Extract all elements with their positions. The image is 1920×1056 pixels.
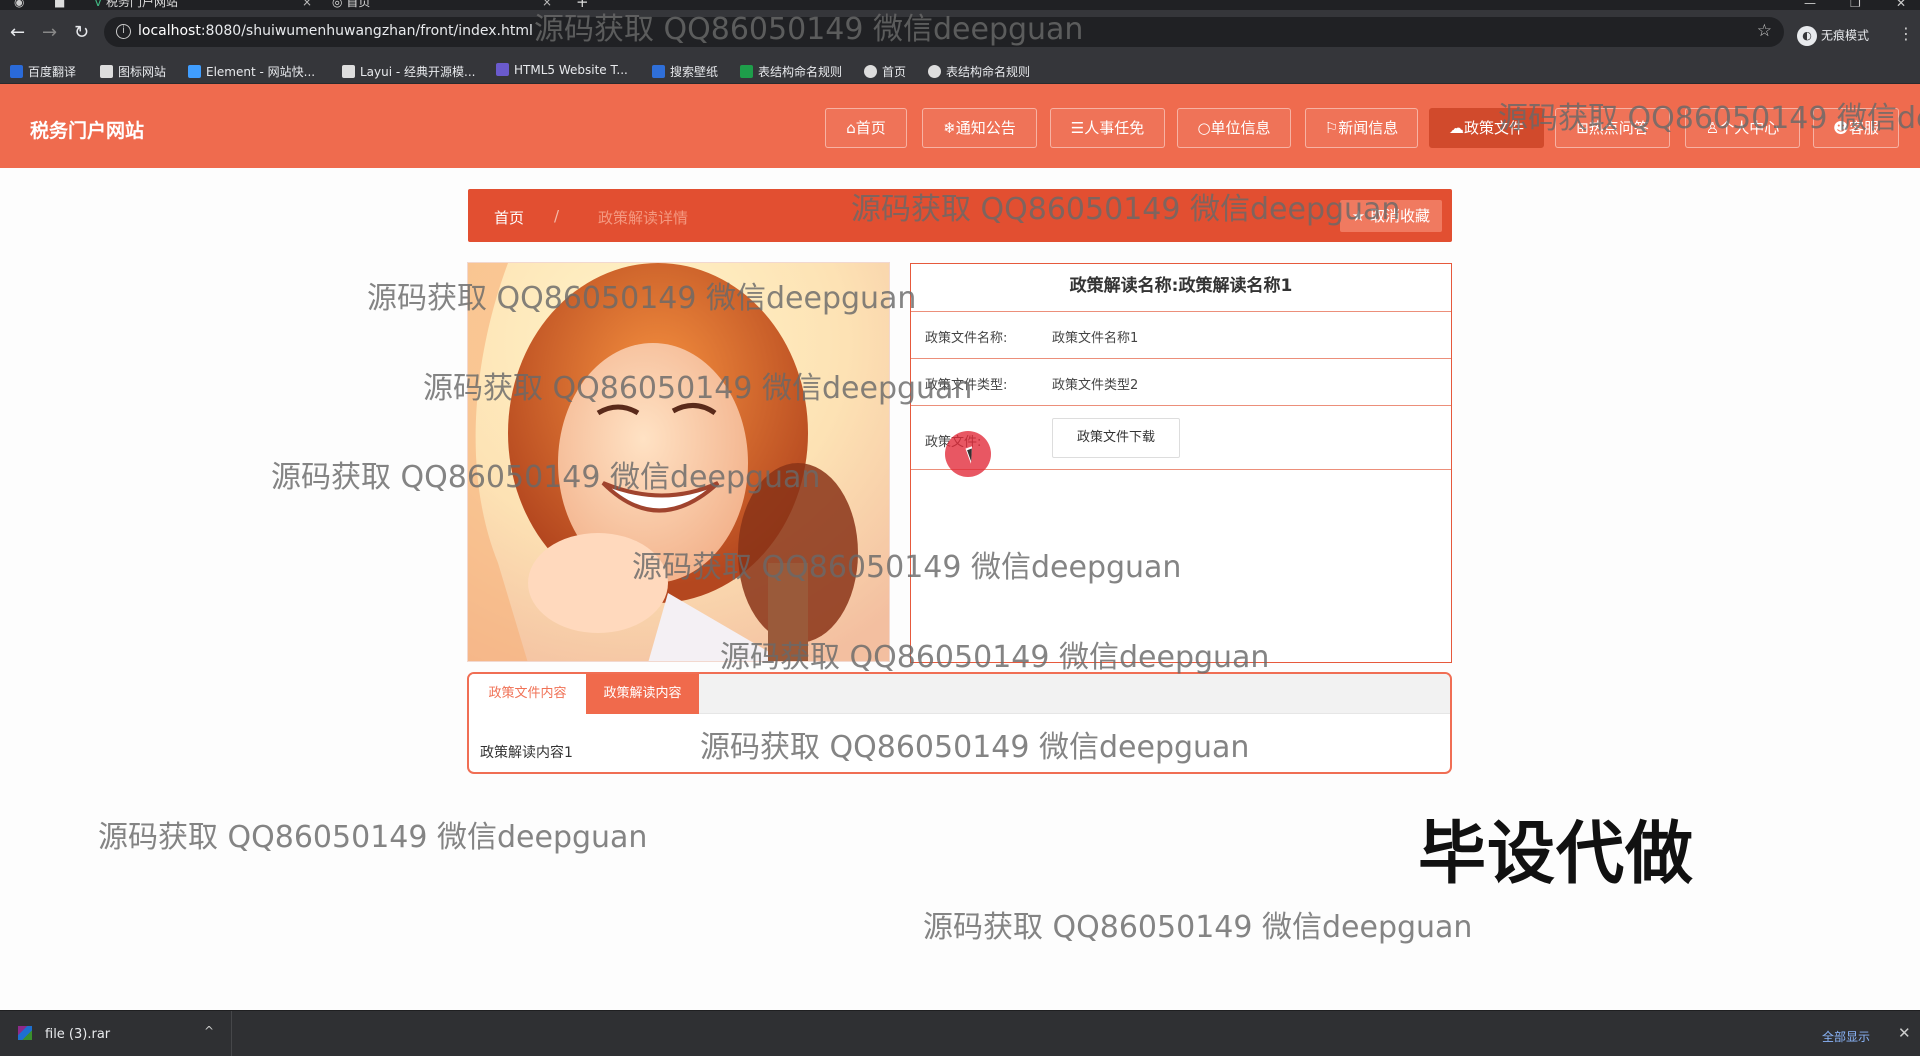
bookmark-icon <box>740 65 753 78</box>
vue-icon: V <box>94 0 103 9</box>
back-icon[interactable]: ← <box>10 24 25 42</box>
breadcrumb-current: 政策解读详情 <box>598 209 689 227</box>
globe-icon: ◎ <box>332 0 343 9</box>
watermark-text: 源码获取 QQ86050149 微信deepguan <box>923 910 1473 945</box>
nav-news[interactable]: ⚐新闻信息 <box>1305 108 1418 148</box>
detail-row-file-type: 政策文件类型: 政策文件类型2 <box>911 359 1451 406</box>
cloud-icon: ☁ <box>1448 119 1464 137</box>
grid-icon: ⊞ <box>1576 119 1589 137</box>
tab-home[interactable]: ◎ 首页 × <box>332 0 552 10</box>
field-value: 政策文件类型2 <box>1052 378 1139 393</box>
policy-detail-panel: 政策解读名称:政策解读名称1 政策文件名称: 政策文件名称1 政策文件类型: 政… <box>910 263 1452 663</box>
bookmark-icon <box>100 65 113 78</box>
incognito-icon: ◐ <box>1797 26 1817 46</box>
nav-home[interactable]: ⌂首页 <box>825 108 907 148</box>
watermark-text: 源码获取 QQ86050149 微信deepguan <box>98 820 648 855</box>
browser-tab-strip: ◉ ■ V 税务门户网站 × ◎ 首页 × + — ❐ ✕ <box>0 0 1920 10</box>
site-header: 税务门户网站 ⌂首页 ❄通知公告 ☰人事任免 ○单位信息 ⚐新闻信息 ☁政策文件… <box>0 84 1920 168</box>
bookmark-item[interactable]: 百度翻译 <box>10 63 76 80</box>
layers-icon: ☰ <box>1070 119 1085 137</box>
bookmark-item[interactable]: Layui - 经典开源模... <box>342 63 475 80</box>
incognito-indicator[interactable]: ◐ 无痕模式 <box>1797 26 1869 46</box>
bookmark-icon <box>10 65 23 78</box>
browser-toolbar: ← → ↻ i localhost:8080/shuiwumenhuwangzh… <box>0 10 1920 56</box>
bookmark-item[interactable]: 表结构命名规则 <box>928 63 1030 80</box>
content-tabs: 政策文件内容 政策解读内容 政策解读内容1 <box>467 672 1452 774</box>
star-icon: ★ <box>1351 207 1366 225</box>
new-tab-button[interactable]: + <box>576 0 589 10</box>
tab-body-text: 政策解读内容1 <box>480 745 573 761</box>
policy-cover-image <box>467 262 890 662</box>
nav-profile[interactable]: ♙个人中心 <box>1685 108 1800 148</box>
show-all-downloads-link[interactable]: 全部显示 <box>1822 1028 1870 1045</box>
flag-icon: ⚐ <box>1324 119 1339 137</box>
home-icon: ⌂ <box>846 119 856 137</box>
detail-title: 政策解读名称:政策解读名称1 <box>911 264 1451 312</box>
detail-row-file-name: 政策文件名称: 政策文件名称1 <box>911 312 1451 359</box>
field-label: 政策文件名称: <box>925 331 1008 346</box>
nav-service[interactable]: ☻客服 <box>1813 108 1899 148</box>
chrome-icon: ◉ <box>14 0 25 9</box>
tab-label: 税务门户网站 <box>106 0 179 9</box>
nav-hot-qa[interactable]: ⊞热点问答 <box>1555 108 1670 148</box>
bookmark-icon <box>188 65 201 78</box>
tab-close-icon[interactable]: × <box>302 0 312 10</box>
nav-personnel[interactable]: ☰人事任免 <box>1050 108 1165 148</box>
field-label: 政策文件类型: <box>925 378 1008 393</box>
bookmark-icon <box>652 65 665 78</box>
tab-header: 政策文件内容 政策解读内容 <box>469 674 1450 714</box>
bookmark-icon <box>928 65 941 78</box>
nav-policy-files[interactable]: ☁政策文件 <box>1429 108 1544 148</box>
chat-icon: ○ <box>1197 119 1211 137</box>
rar-file-icon <box>18 1026 32 1040</box>
maximize-icon[interactable]: ❐ <box>1850 0 1861 10</box>
breadcrumb: 首页 / 政策解读详情 ★ 取消收藏 <box>468 189 1452 242</box>
menu-kebab-icon[interactable]: ⋮ <box>1898 24 1914 43</box>
bookmark-item[interactable]: 搜索壁纸 <box>652 63 718 80</box>
download-file-name: file (3).rar <box>45 1027 111 1042</box>
snowflake-icon: ❄ <box>943 119 956 137</box>
window-close-icon[interactable]: ✕ <box>1896 0 1906 10</box>
bookmark-icon <box>864 65 877 78</box>
address-bar[interactable]: i localhost:8080/shuiwumenhuwangzhan/fro… <box>104 17 1784 47</box>
bookmarks-bar: 百度翻译 图标网站 Element - 网站快... Layui - 经典开源模… <box>0 56 1920 84</box>
reload-icon[interactable]: ↻ <box>74 24 89 42</box>
incognito-label: 无痕模式 <box>1821 28 1870 43</box>
user-icon: ♙ <box>1705 119 1720 137</box>
detail-row-file: 政策文件: 政策文件下载 <box>911 406 1451 477</box>
bookmark-item[interactable]: Element - 网站快... <box>188 63 315 80</box>
tab-list-icon[interactable]: ■ <box>54 0 65 10</box>
breadcrumb-separator: / <box>554 207 560 225</box>
forward-icon[interactable]: → <box>42 24 57 42</box>
nav-units[interactable]: ○单位信息 <box>1177 108 1291 148</box>
url-text[interactable]: localhost:8080/shuiwumenhuwangzhan/front… <box>138 23 533 39</box>
nav-notices[interactable]: ❄通知公告 <box>922 108 1037 148</box>
bookmark-star-icon[interactable]: ☆ <box>1757 21 1772 41</box>
tab-close-icon[interactable]: × <box>542 0 552 10</box>
portrait-photo <box>468 263 889 661</box>
unfavorite-button[interactable]: ★ 取消收藏 <box>1339 200 1442 232</box>
chevron-up-icon[interactable]: ^ <box>204 1024 214 1038</box>
bookmark-item[interactable]: 首页 <box>864 63 906 80</box>
bookmark-item[interactable]: 图标网站 <box>100 63 166 80</box>
bookmark-icon <box>342 65 355 78</box>
downloads-bar: file (3).rar ^ 全部显示 ✕ <box>0 1010 1920 1056</box>
info-icon[interactable]: i <box>116 24 131 39</box>
tab-tax-portal[interactable]: V 税务门户网站 × <box>94 0 312 10</box>
download-file-button[interactable]: 政策文件下载 <box>1052 418 1180 458</box>
breadcrumb-home-link[interactable]: 首页 <box>494 207 524 228</box>
promo-stamp: 毕设代做 <box>1418 815 1695 894</box>
bookmark-item[interactable]: 表结构命名规则 <box>740 63 842 80</box>
download-item[interactable]: file (3).rar ^ <box>0 1011 232 1056</box>
tab-policy-interpretation-content[interactable]: 政策解读内容 <box>586 674 699 714</box>
tab-policy-file-content[interactable]: 政策文件内容 <box>469 674 586 714</box>
minimize-icon[interactable]: — <box>1804 0 1816 10</box>
bookmark-item[interactable]: HTML5 Website T... <box>496 63 628 77</box>
site-title: 税务门户网站 <box>30 120 145 142</box>
tab-label: 首页 <box>346 0 371 9</box>
support-icon: ☻ <box>1833 119 1849 137</box>
close-downloads-icon[interactable]: ✕ <box>1898 1024 1911 1042</box>
field-value: 政策文件名称1 <box>1052 331 1139 346</box>
bookmark-icon <box>496 63 509 76</box>
